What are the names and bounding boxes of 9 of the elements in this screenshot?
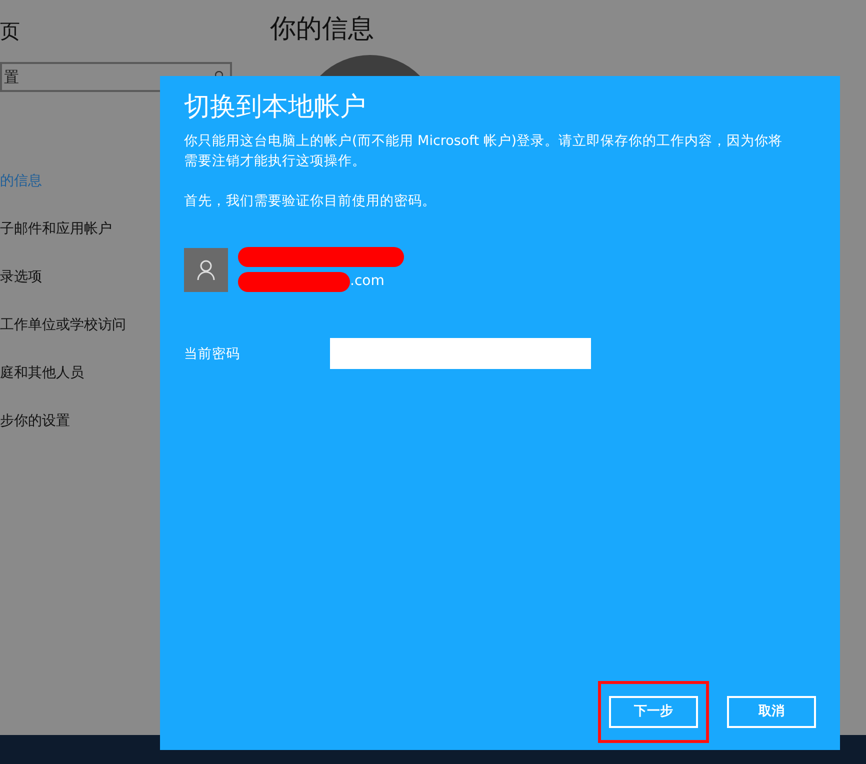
user-icon bbox=[184, 248, 228, 292]
dialog-title: 切换到本地帐户 bbox=[184, 92, 367, 124]
password-label: 当前密码 bbox=[184, 344, 241, 364]
page-heading: 页 bbox=[0, 18, 21, 45]
email-text: .com bbox=[350, 272, 384, 292]
password-field[interactable] bbox=[330, 338, 591, 370]
page-title: 你的信息 bbox=[270, 13, 375, 46]
prompt-text: 首先，我们需要验证你目前使用的密码。 bbox=[184, 192, 437, 212]
dialog-message: 你只能用这台电脑上的帐户(而不能用 Microsoft 帐户)登录。请立即保存你的工作内容，因为你将需要注销才能执行这项操作。 bbox=[184, 132, 784, 172]
